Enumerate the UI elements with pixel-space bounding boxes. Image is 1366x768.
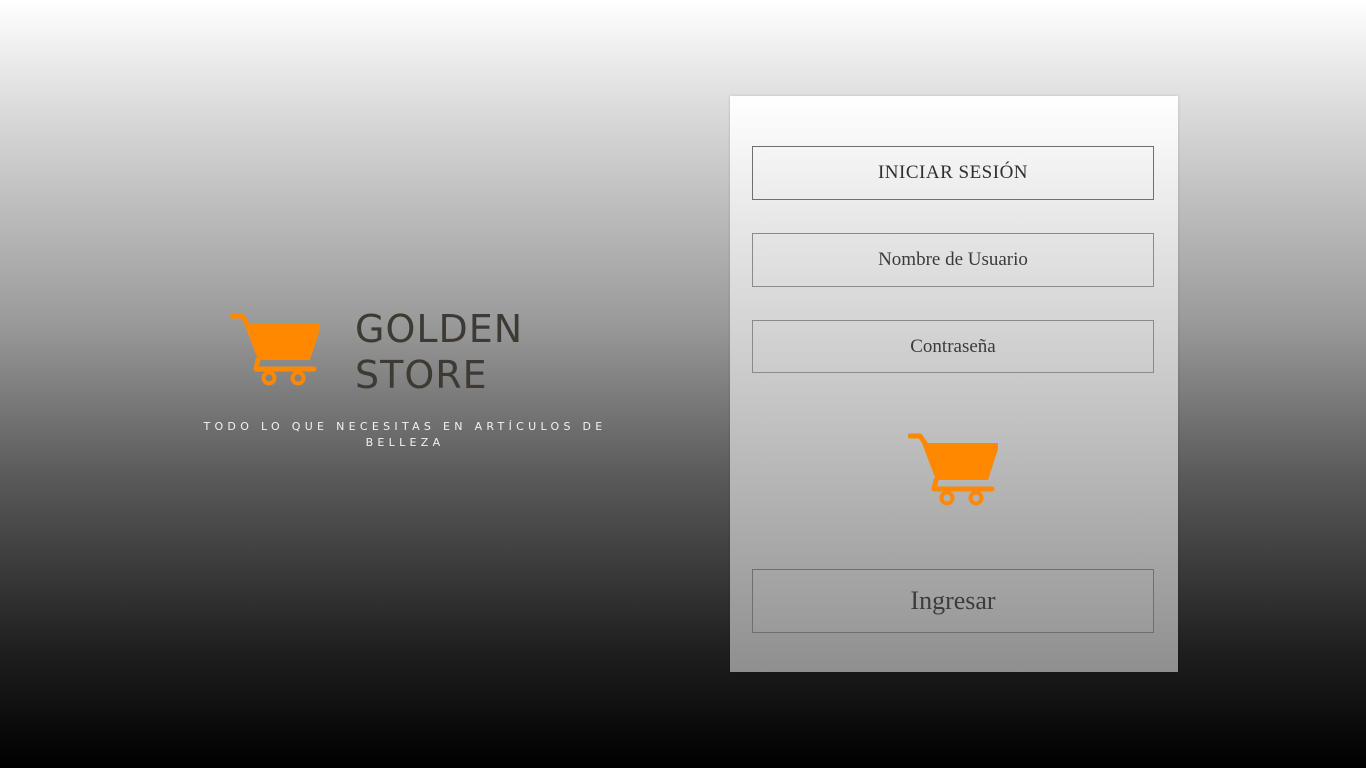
shopping-cart-icon <box>908 433 998 506</box>
brand-tagline: TODO LO QUE NECESITAS EN ARTÍCULOS DE BE… <box>203 420 607 449</box>
login-button[interactable]: Ingresar <box>752 569 1154 633</box>
shopping-cart-icon <box>230 313 320 386</box>
brand-name-line1: GOLDEN <box>355 307 524 351</box>
password-input[interactable] <box>752 320 1154 373</box>
login-panel: INICIAR SESIÓN Ingresar <box>730 96 1178 672</box>
username-input[interactable] <box>752 233 1154 287</box>
brand-name: GOLDEN STORE <box>355 306 523 398</box>
brand-section: GOLDEN STORE TODO LO QUE NECESITAS EN AR… <box>190 300 620 460</box>
brand-name-line2: STORE <box>355 353 488 397</box>
login-title: INICIAR SESIÓN <box>752 146 1154 200</box>
